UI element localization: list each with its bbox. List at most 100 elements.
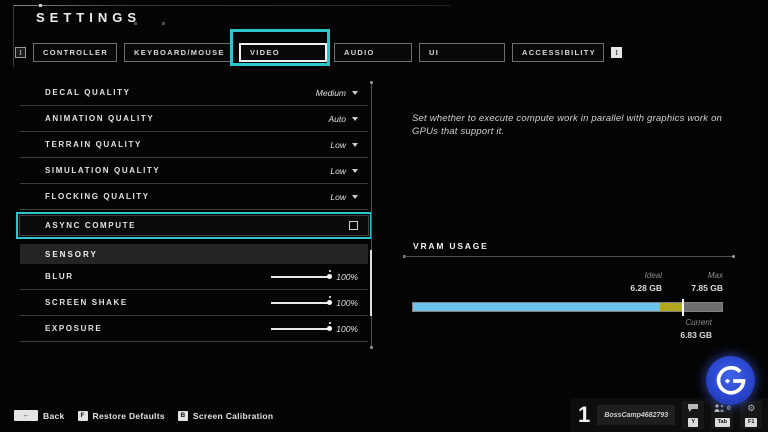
logo-g-glyph [714, 364, 748, 398]
chat-tile[interactable]: Y [682, 401, 704, 429]
back-label: Back [43, 411, 65, 421]
tab-controller[interactable]: CONTROLLER [33, 43, 117, 62]
setting-row-screen-shake[interactable]: SCREEN SHAKE 100% [20, 290, 368, 316]
vram-bar-used-segment [413, 303, 660, 311]
slider-tick [329, 296, 331, 298]
slider-tick [329, 322, 331, 324]
setting-dropdown[interactable]: Medium [316, 88, 358, 98]
restore-defaults-key-icon[interactable]: F [78, 411, 88, 421]
setting-dropdown[interactable]: Low [330, 166, 358, 176]
setting-label: EXPOSURE [45, 324, 102, 333]
setting-label: DECAL QUALITY [45, 88, 131, 97]
setting-value: Auto [329, 114, 347, 124]
chat-icon [688, 404, 698, 412]
gamertweak-logo [706, 356, 755, 405]
restore-defaults-label: Restore Defaults [93, 411, 165, 421]
setting-row-simulation-quality[interactable]: SIMULATION QUALITY Low [20, 158, 368, 184]
setting-value: Low [330, 140, 346, 150]
setting-dropdown[interactable]: Auto [329, 114, 359, 124]
chevron-down-icon [352, 143, 358, 147]
vram-bar-over-ideal-segment [660, 303, 682, 311]
roster-tile[interactable]: 0 Tab [711, 401, 733, 429]
vram-current-marker-labels: Current 6.83 GB [650, 317, 712, 341]
scrollbar-bottom-dot [370, 346, 373, 349]
player-count: 1 [578, 404, 590, 426]
player-name: BossCamp4682793 [604, 412, 668, 419]
roster-icon: 0 [714, 404, 731, 412]
options-key-icon[interactable]: F1 [745, 418, 757, 427]
title-dot [134, 22, 137, 25]
setting-label: BLUR [45, 272, 74, 281]
screen-calibration-hint[interactable]: B Screen Calibration [178, 411, 274, 421]
setting-row-exposure[interactable]: EXPOSURE 100% [20, 316, 368, 342]
exposure-slider[interactable]: 100% [271, 324, 358, 334]
restore-defaults-hint[interactable]: F Restore Defaults [78, 411, 165, 421]
setting-value: Medium [316, 88, 346, 98]
back-key-icon[interactable]: ← [14, 410, 38, 421]
setting-label: ANIMATION QUALITY [45, 114, 154, 123]
tab-accessibility[interactable]: ACCESSIBILITY [512, 43, 604, 62]
tab-audio[interactable]: AUDIO [334, 43, 412, 62]
vram-ideal-marker-labels: Ideal 6.28 GB [598, 270, 662, 294]
title-dot [162, 22, 165, 25]
screen-calibration-key-icon[interactable]: B [178, 411, 188, 421]
vram-max-value: 7.85 GB [659, 282, 723, 294]
setting-dropdown[interactable]: Low [330, 192, 358, 202]
setting-row-terrain-quality[interactable]: TERRAIN QUALITY Low [20, 132, 368, 158]
page-title: SETTINGS [36, 10, 141, 25]
player-name-box[interactable]: BossCamp4682793 [597, 405, 675, 425]
back-hint[interactable]: ← Back [14, 410, 65, 421]
slider-tick [329, 270, 331, 272]
async-compute-checkbox[interactable] [349, 221, 358, 230]
slider-track[interactable] [271, 302, 329, 304]
tab-ui[interactable]: UI [419, 43, 505, 62]
chevron-down-icon [352, 169, 358, 173]
footer-key-hints: ← Back F Restore Defaults B Screen Calib… [14, 410, 273, 421]
chevron-down-icon [352, 195, 358, 199]
roster-key-icon[interactable]: Tab [715, 418, 730, 427]
section-header-sensory: SENSORY [20, 244, 368, 264]
setting-row-blur[interactable]: BLUR 100% [20, 264, 368, 290]
setting-dropdown[interactable]: Low [330, 140, 358, 150]
slider-thumb[interactable] [327, 300, 332, 305]
tab-bar: [ CONTROLLER KEYBOARD/MOUSE VIDEO AUDIO … [15, 43, 622, 62]
video-settings-list: DECAL QUALITY Medium ANIMATION QUALITY A… [20, 80, 368, 342]
chevron-down-icon [352, 91, 358, 95]
slider-value: 100% [336, 298, 358, 308]
frame-line-vertical [13, 5, 14, 67]
setting-row-animation-quality[interactable]: ANIMATION QUALITY Auto [20, 106, 368, 132]
vram-divider-line [404, 256, 734, 257]
screen-shake-slider[interactable]: 100% [271, 298, 358, 308]
scrollbar-thumb[interactable] [370, 250, 372, 316]
slider-track[interactable] [271, 328, 329, 330]
options-tile[interactable]: ⚙ F1 [740, 401, 762, 429]
tab-video[interactable]: VIDEO [239, 43, 327, 62]
setting-description: Set whether to execute compute work in p… [412, 112, 730, 138]
slider-value: 100% [336, 272, 358, 282]
roster-count: 0 [727, 405, 731, 412]
slider-value: 100% [336, 324, 358, 334]
vram-current-label: Current [650, 317, 712, 329]
vram-current-value: 6.83 GB [650, 329, 712, 341]
tab-keyboard-mouse[interactable]: KEYBOARD/MOUSE [124, 43, 232, 62]
slider-track[interactable] [271, 276, 329, 278]
blur-slider[interactable]: 100% [271, 272, 358, 282]
slider-thumb[interactable] [327, 326, 332, 331]
chevron-down-icon [352, 117, 358, 121]
setting-row-decal-quality[interactable]: DECAL QUALITY Medium [20, 80, 368, 106]
prev-tab-key-icon[interactable]: [ [15, 47, 26, 58]
setting-label: FLOCKING QUALITY [45, 192, 150, 201]
frame-line-horizontal [13, 5, 450, 6]
vram-usage-header: VRAM USAGE [413, 241, 489, 251]
next-tab-key-icon[interactable]: ] [611, 47, 622, 58]
setting-row-async-compute[interactable]: ASYNC COMPUTE [19, 215, 369, 236]
slider-thumb[interactable] [327, 274, 332, 279]
vram-max-marker-labels: Max 7.85 GB [659, 270, 723, 294]
chat-key-icon[interactable]: Y [688, 418, 698, 427]
vram-usage-bar [412, 302, 723, 312]
vram-current-marker [682, 299, 684, 316]
async-compute-highlight-box: ASYNC COMPUTE [16, 212, 372, 239]
setting-label: ASYNC COMPUTE [45, 221, 136, 230]
setting-value: Low [330, 192, 346, 202]
setting-row-flocking-quality[interactable]: FLOCKING QUALITY Low [20, 184, 368, 210]
